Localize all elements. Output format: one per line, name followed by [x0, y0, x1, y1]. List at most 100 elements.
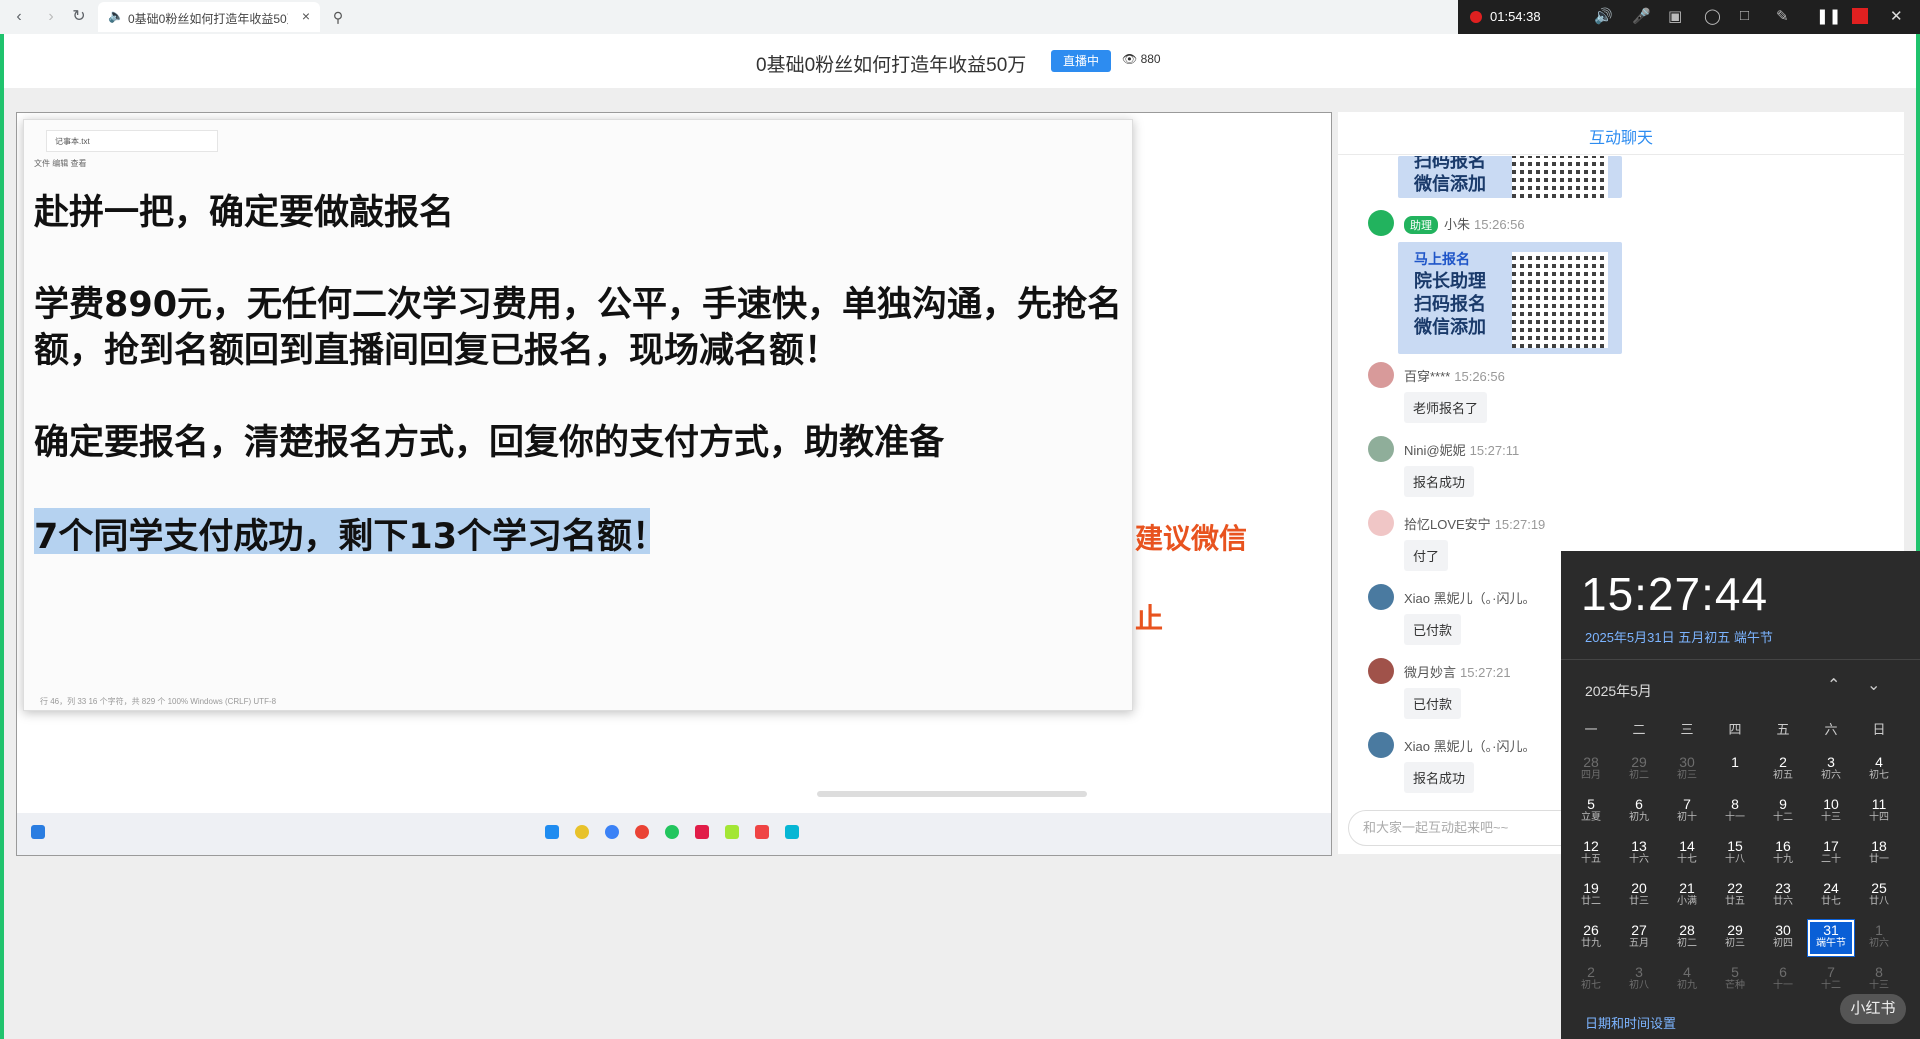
calendar-day[interactable]: 6 十一 — [1759, 961, 1807, 999]
calendar-day[interactable]: 30 初三 — [1663, 751, 1711, 789]
notepad-line: 确定要报名，清楚报名方式，回复你的支付方式，助教准备 — [34, 423, 945, 463]
notepad-line: 额，抢到名额回到直播间回复已报名，现场减名额！ — [34, 331, 840, 371]
calendar-day[interactable]: 1 — [1711, 751, 1759, 789]
microphone-icon[interactable]: 🎤 — [1632, 7, 1651, 25]
sender-name: Xiao 黑妮儿（。·闪儿。 — [1404, 739, 1536, 754]
calendar-day[interactable]: 2 初七 — [1567, 961, 1615, 999]
browser-tab[interactable]: 🔈 0基础0粉丝如何打造年收益50万 × — [98, 2, 320, 32]
weekday-header: 三 — [1680, 722, 1694, 737]
calendar-day[interactable]: 23 廿六 — [1759, 877, 1807, 915]
calendar-day[interactable]: 8 十一 — [1711, 793, 1759, 831]
divider — [1338, 154, 1904, 155]
message-time: 15:27:19 — [1494, 517, 1546, 532]
calendar-day[interactable]: 6 初九 — [1615, 793, 1663, 831]
weekday-header: 六 — [1824, 722, 1838, 737]
qr-card: 马上报名 院长助理 扫码报名 微信添加 — [1398, 242, 1622, 354]
calendar-day[interactable]: 7 初十 — [1663, 793, 1711, 831]
scrollbar[interactable] — [817, 791, 1087, 797]
message-time: 15:27:21 — [1460, 665, 1511, 680]
qr-card-text: 扫码报名 — [1414, 156, 1486, 171]
sender-name: 百穿**** — [1404, 369, 1451, 384]
calendar-grid: 一 二 三 四 五 六 日 28 四月 29 初二 30 初三 1 2 初五 3 初六 4 初七 5 立夏 6 初九 7 初十 8 十… — [1561, 551, 1920, 1039]
notepad-line-highlighted: 7个同学支付成功，剩下13个学习名额！ — [34, 517, 668, 557]
app-icon — [755, 825, 769, 839]
pause-icon[interactable]: ❚❚ — [1816, 7, 1841, 25]
qr-card-text: 扫码报名 — [1414, 294, 1486, 314]
search-icon[interactable]: ⚲ — [326, 5, 350, 29]
camera-icon[interactable]: ▣ — [1668, 7, 1682, 25]
volume-icon[interactable]: 🔊 — [1594, 7, 1613, 25]
zoom-icon[interactable]: ◯ — [1704, 7, 1721, 25]
calendar-day[interactable]: 14 十七 — [1663, 835, 1711, 873]
calendar-day[interactable]: 18 廿一 — [1855, 835, 1903, 873]
calendar-day[interactable]: 20 廿三 — [1615, 877, 1663, 915]
calendar-day[interactable]: 13 十六 — [1615, 835, 1663, 873]
calendar-day[interactable]: 12 十五 — [1567, 835, 1615, 873]
message-bubble: 报名成功 — [1404, 762, 1475, 793]
eye-icon: 👁 — [1122, 52, 1138, 66]
calendar-day[interactable]: 19 廿二 — [1567, 877, 1615, 915]
calendar-day[interactable]: 5 立夏 — [1567, 793, 1615, 831]
calendar-day-today[interactable]: 31 端午节 — [1807, 919, 1855, 957]
live-video[interactable]: 记事本.txt 文件 编辑 查看 赴拼一把，确定要做敲报名 学费890元，无任何… — [16, 112, 1332, 856]
background-text: 止 — [1135, 603, 1164, 634]
sender-name: Xiao 黑妮儿（。·闪儿。 — [1404, 591, 1536, 606]
calendar-day[interactable]: 27 五月 — [1615, 919, 1663, 957]
calendar-day[interactable]: 29 初三 — [1711, 919, 1759, 957]
calendar-day[interactable]: 22 廿五 — [1711, 877, 1759, 915]
calendar-day[interactable]: 25 廿八 — [1855, 877, 1903, 915]
qr-card-text: 微信添加 — [1414, 174, 1486, 194]
calendar-day[interactable]: 21 小满 — [1663, 877, 1711, 915]
back-icon[interactable]: ‹ — [8, 6, 30, 28]
forward-icon[interactable]: › — [40, 6, 62, 28]
calendar-day[interactable]: 29 初二 — [1615, 751, 1663, 789]
app-icon — [725, 825, 739, 839]
calendar-day[interactable]: 24 廿七 — [1807, 877, 1855, 915]
avatar — [1368, 584, 1394, 610]
calendar-day[interactable]: 11 十四 — [1855, 793, 1903, 831]
notepad-line: 学费890元，无任何二次学习费用，公平，手速快，单独沟通，先抢名 — [34, 285, 1123, 325]
weekday-header: 二 — [1632, 722, 1646, 737]
message-bubble: 已付款 — [1404, 688, 1462, 719]
weekday-header: 五 — [1776, 722, 1790, 737]
reload-icon[interactable]: ↻ — [68, 6, 90, 28]
calendar-day[interactable]: 16 十九 — [1759, 835, 1807, 873]
tab-close-icon[interactable]: × — [302, 8, 310, 24]
close-icon[interactable]: ✕ — [1890, 7, 1903, 25]
recording-toolbar: 01:54:38 🔊 🎤 ▣ ◯ □ ✎ ❚❚ ✕ — [1458, 0, 1920, 34]
sender-name: 拾忆LOVE安宁 — [1404, 517, 1491, 532]
calendar-day[interactable]: 28 四月 — [1567, 751, 1615, 789]
notepad-window: 记事本.txt 文件 编辑 查看 赴拼一把，确定要做敲报名 学费890元，无任何… — [23, 119, 1133, 711]
calendar-day[interactable]: 4 初七 — [1855, 751, 1903, 789]
calendar-day[interactable]: 9 十二 — [1759, 793, 1807, 831]
calendar-day[interactable]: 2 初五 — [1759, 751, 1807, 789]
qr-card: 扫码报名 微信添加 — [1398, 156, 1622, 198]
avatar — [1368, 732, 1394, 758]
stop-icon[interactable] — [1852, 8, 1868, 24]
sender-name: 微月妙言 — [1404, 665, 1457, 680]
chat-title: 互动聊天 — [1588, 130, 1653, 147]
calendar-day[interactable]: 3 初八 — [1615, 961, 1663, 999]
calendar-day[interactable]: 15 十八 — [1711, 835, 1759, 873]
calendar-day[interactable]: 10 十三 — [1807, 793, 1855, 831]
crop-icon[interactable]: □ — [1740, 7, 1749, 24]
calendar-day[interactable]: 17 二十 — [1807, 835, 1855, 873]
qr-code — [1512, 252, 1608, 348]
viewer-count-value: 880 — [1140, 52, 1161, 66]
calendar-day[interactable]: 1 初六 — [1855, 919, 1903, 957]
calendar-day[interactable]: 28 初二 — [1663, 919, 1711, 957]
calendar-day[interactable]: 3 初六 — [1807, 751, 1855, 789]
chat-input[interactable]: 和大家一起互动起来吧~~ — [1348, 810, 1584, 846]
record-dot-icon — [1470, 11, 1482, 23]
calendar-day[interactable]: 26 廿九 — [1567, 919, 1615, 957]
weekday-header: 日 — [1872, 722, 1886, 737]
message-time: 15:27:11 — [1469, 443, 1520, 458]
avatar — [1368, 362, 1394, 388]
calendar-day[interactable]: 7 十二 — [1807, 961, 1855, 999]
calendar-day[interactable]: 30 初四 — [1759, 919, 1807, 957]
recording-timer: 01:54:38 — [1490, 9, 1541, 24]
date-time-settings-link[interactable]: 日期和时间设置 — [1585, 1013, 1676, 1032]
calendar-day[interactable]: 5 芒种 — [1711, 961, 1759, 999]
pen-icon[interactable]: ✎ — [1776, 7, 1789, 25]
calendar-day[interactable]: 4 初九 — [1663, 961, 1711, 999]
